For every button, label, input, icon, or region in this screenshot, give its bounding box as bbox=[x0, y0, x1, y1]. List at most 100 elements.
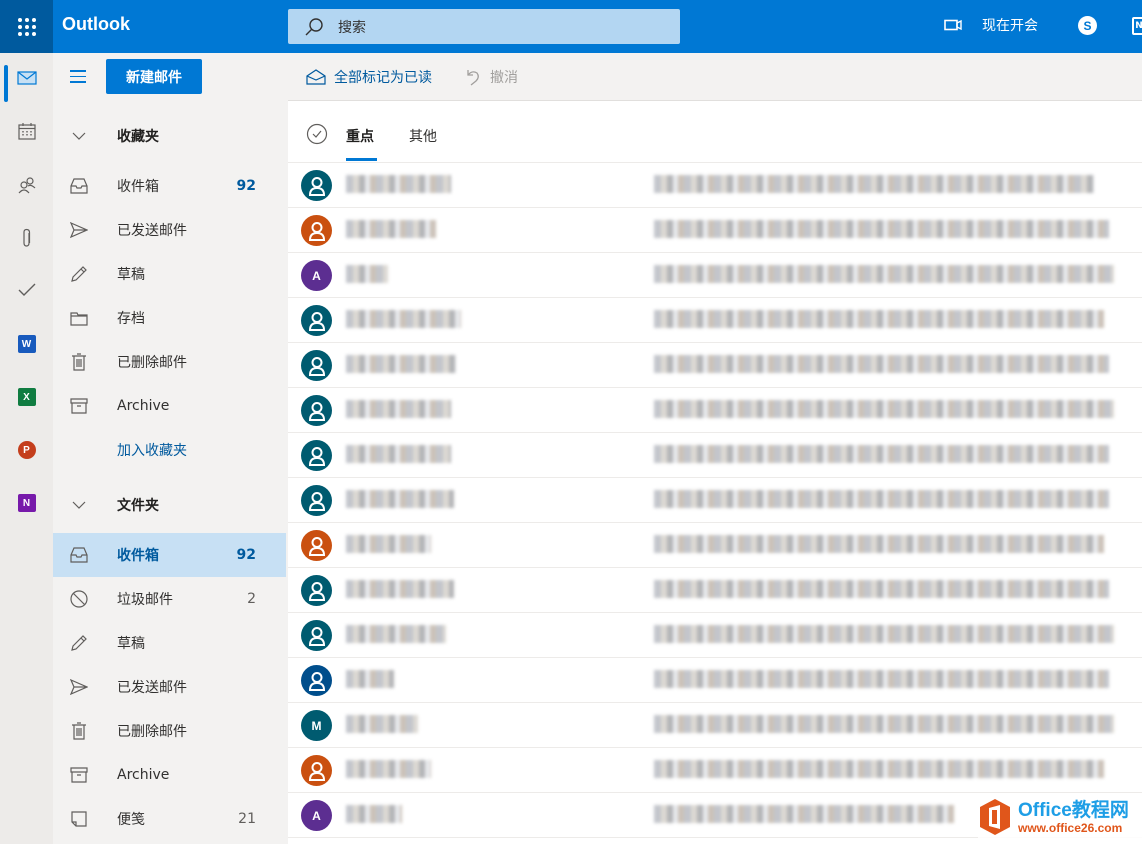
message-preview-obscured bbox=[654, 445, 1109, 463]
sender-avatar: A bbox=[301, 800, 332, 831]
message-preview-obscured bbox=[654, 265, 1114, 283]
sender-name-obscured bbox=[346, 760, 431, 778]
onenote-feed-icon[interactable]: N bbox=[1132, 17, 1142, 35]
message-row[interactable] bbox=[288, 478, 1142, 523]
sender-avatar bbox=[301, 755, 332, 786]
unread-count: 92 bbox=[236, 547, 256, 563]
folder-label: 文件夹 bbox=[117, 498, 159, 514]
folder-item[interactable]: 垃圾邮件 2 bbox=[53, 577, 286, 621]
favorite-item[interactable]: Archive bbox=[53, 384, 286, 428]
rail-word[interactable]: W bbox=[0, 319, 53, 369]
message-row[interactable] bbox=[288, 433, 1142, 478]
sender-name-obscured bbox=[346, 805, 402, 823]
rail-people[interactable] bbox=[0, 160, 53, 210]
chevron-down-icon bbox=[69, 495, 89, 515]
undo-icon bbox=[467, 70, 479, 86]
excel-icon: X bbox=[17, 388, 36, 406]
folders-header[interactable]: 文件夹 bbox=[53, 483, 286, 527]
onenote-icon: N bbox=[17, 494, 36, 512]
add-favorite-link[interactable]: 加入收藏夹 bbox=[53, 428, 286, 472]
collapse-nav-button[interactable] bbox=[70, 70, 86, 84]
sender-avatar bbox=[301, 170, 332, 201]
message-preview-obscured bbox=[654, 310, 1104, 328]
folder-item[interactable]: 已删除邮件 bbox=[53, 709, 286, 753]
message-preview-obscured bbox=[654, 175, 1094, 193]
message-row[interactable]: A bbox=[288, 253, 1142, 298]
favorite-item[interactable]: 已删除邮件 bbox=[53, 340, 286, 384]
message-preview-obscured bbox=[654, 355, 1109, 373]
folder-label: 垃圾邮件 bbox=[117, 592, 173, 608]
folder-item[interactable]: Archive bbox=[53, 753, 286, 797]
tab-other[interactable]: 其他 bbox=[409, 126, 437, 146]
new-mail-button[interactable]: 新建邮件 bbox=[106, 59, 202, 94]
sender-avatar bbox=[301, 575, 332, 606]
favorites-header[interactable]: 收藏夹 bbox=[53, 114, 286, 158]
app-title[interactable]: Outlook bbox=[62, 14, 130, 35]
favorite-item[interactable]: 草稿 bbox=[53, 252, 286, 296]
message-row[interactable] bbox=[288, 388, 1142, 433]
favorite-item[interactable]: 收件箱 92 bbox=[53, 164, 286, 208]
rail-files[interactable] bbox=[0, 213, 53, 263]
message-row[interactable]: M bbox=[288, 703, 1142, 748]
sender-avatar: A bbox=[301, 260, 332, 291]
message-row[interactable] bbox=[288, 568, 1142, 613]
undo-button[interactable]: 撤消 bbox=[464, 67, 518, 87]
unread-count: 2 bbox=[247, 591, 256, 607]
tab-focused[interactable]: 重点 bbox=[346, 126, 374, 146]
sender-name-obscured bbox=[346, 175, 451, 193]
skype-icon[interactable]: S bbox=[1078, 16, 1097, 35]
folder-item[interactable]: 便笺 21 bbox=[53, 797, 286, 841]
meet-now-button[interactable]: 现在开会 bbox=[944, 15, 1038, 35]
folder-item[interactable]: 草稿 bbox=[53, 621, 286, 665]
command-bar: 全部标记为已读 撤消 bbox=[288, 53, 1142, 101]
folder-item[interactable]: 已发送邮件 bbox=[53, 665, 286, 709]
folder-label: 收藏夹 bbox=[117, 129, 159, 145]
sender-avatar bbox=[301, 620, 332, 651]
office-logo-icon bbox=[980, 799, 1010, 835]
message-row[interactable] bbox=[288, 748, 1142, 793]
message-preview-obscured bbox=[654, 625, 1114, 643]
message-preview-obscured bbox=[654, 715, 1114, 733]
message-preview-obscured bbox=[654, 220, 1109, 238]
rail-calendar[interactable] bbox=[0, 106, 53, 156]
mail-icon bbox=[16, 71, 37, 85]
message-row[interactable] bbox=[288, 523, 1142, 568]
sender-name-obscured bbox=[346, 400, 451, 418]
rail-mail[interactable] bbox=[0, 53, 53, 103]
sender-name-obscured bbox=[346, 625, 446, 643]
message-row[interactable] bbox=[288, 658, 1142, 703]
folder-label: 便笺 bbox=[117, 812, 145, 828]
message-preview-obscured bbox=[654, 670, 1109, 688]
people-icon bbox=[18, 177, 35, 194]
search-box[interactable]: 搜索 bbox=[288, 9, 680, 44]
sender-name-obscured bbox=[346, 445, 451, 463]
folder-label: 草稿 bbox=[117, 636, 145, 652]
sender-name-obscured bbox=[346, 580, 454, 598]
folder-item[interactable]: 收件箱 92 bbox=[53, 533, 286, 577]
message-list: 重点 其他 A M A bbox=[288, 101, 1142, 844]
rail-powerpoint[interactable]: P bbox=[0, 425, 53, 475]
favorite-item[interactable]: 存档 bbox=[53, 296, 286, 340]
rail-excel[interactable]: X bbox=[0, 372, 53, 422]
mark-all-read-button[interactable]: 全部标记为已读 bbox=[306, 67, 432, 87]
chevron-down-icon bbox=[69, 126, 89, 146]
folder-label: 已发送邮件 bbox=[117, 680, 187, 696]
rail-todo[interactable] bbox=[0, 265, 53, 315]
send-icon bbox=[69, 677, 89, 697]
message-row[interactable] bbox=[288, 298, 1142, 343]
message-row[interactable] bbox=[288, 343, 1142, 388]
folder-label: 草稿 bbox=[117, 267, 145, 283]
app-launcher-button[interactable] bbox=[0, 0, 53, 53]
message-row[interactable] bbox=[288, 613, 1142, 658]
folder-label: 收件箱 bbox=[117, 548, 159, 564]
inbox-pivot: 重点 其他 bbox=[288, 101, 1142, 163]
mark-all-read-label: 全部标记为已读 bbox=[334, 70, 432, 86]
message-row[interactable] bbox=[288, 208, 1142, 253]
favorite-item[interactable]: 已发送邮件 bbox=[53, 208, 286, 252]
message-row[interactable] bbox=[288, 163, 1142, 208]
sender-avatar bbox=[301, 440, 332, 471]
rail-onenote[interactable]: N bbox=[0, 478, 53, 528]
sender-avatar bbox=[301, 305, 332, 336]
unread-count: 92 bbox=[236, 178, 256, 194]
select-all-checkbox[interactable] bbox=[306, 123, 328, 145]
